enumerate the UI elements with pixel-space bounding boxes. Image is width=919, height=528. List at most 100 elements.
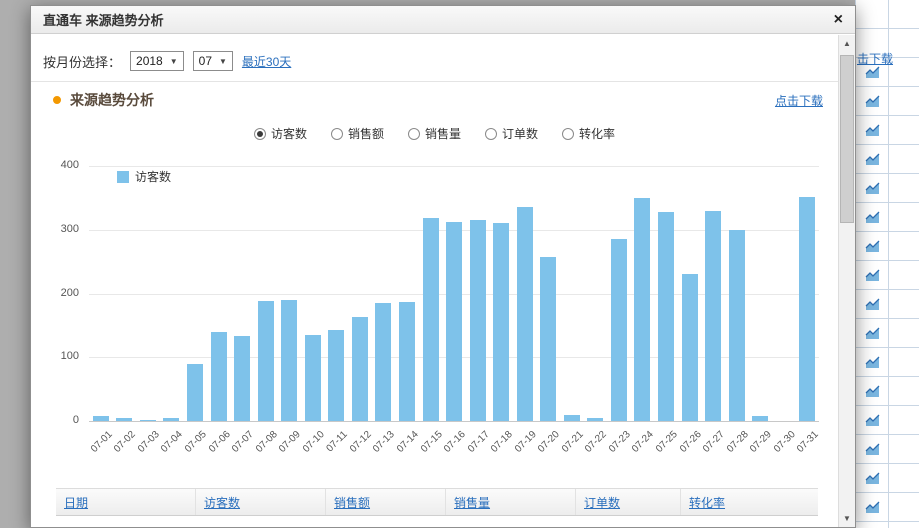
x-tick-label: 07-30	[772, 429, 798, 455]
x-tick-label: 07-31	[795, 429, 821, 455]
mini-line-chart-icon[interactable]	[865, 443, 880, 456]
radio-icon[interactable]	[254, 128, 266, 140]
x-tick-label: 07-05	[183, 429, 209, 455]
download-link[interactable]: 点击下载	[775, 92, 823, 109]
col-header-sales-amount[interactable]: 销售额	[326, 489, 446, 515]
bg-empty-cell	[889, 203, 919, 231]
radio-icon[interactable]	[408, 128, 420, 140]
bar-07-22	[587, 418, 603, 421]
mini-line-chart-icon[interactable]	[865, 385, 880, 398]
bg-table-row	[856, 319, 919, 348]
bg-table-row	[856, 348, 919, 377]
mini-line-chart-icon[interactable]	[865, 66, 880, 79]
section-title: 来源趋势分析	[70, 90, 154, 110]
mini-line-chart-icon[interactable]	[865, 269, 880, 282]
bar-07-19	[517, 207, 533, 421]
x-tick-label: 07-27	[701, 429, 727, 455]
chart-legend[interactable]: 访客数	[117, 168, 171, 185]
bg-empty-cell	[889, 29, 919, 57]
bg-table-row	[856, 493, 919, 522]
metric-option-1[interactable]: 销售额	[331, 125, 384, 142]
x-tick-label: 07-01	[89, 429, 115, 455]
bar-07-26	[682, 274, 698, 421]
month-picker-row: 按月份选择： 2018 ▼ 07 ▼ 最近30天	[43, 49, 291, 73]
bg-empty-cell	[889, 493, 919, 521]
modal-scrollbar[interactable]: ▲ ▼	[838, 35, 855, 527]
radio-icon[interactable]	[485, 128, 497, 140]
metric-option-3[interactable]: 订单数	[485, 125, 538, 142]
x-tick-label: 07-28	[725, 429, 751, 455]
mini-line-chart-icon[interactable]	[865, 298, 880, 311]
metric-option-0[interactable]: 访客数	[254, 125, 307, 142]
bar-07-06	[211, 332, 227, 421]
bar-07-20	[540, 257, 556, 422]
scroll-up-icon[interactable]: ▲	[839, 35, 855, 52]
metric-label: 销售额	[348, 125, 384, 142]
mini-line-chart-icon[interactable]	[865, 472, 880, 485]
mini-line-chart-icon[interactable]	[865, 182, 880, 195]
mini-line-chart-icon[interactable]	[865, 501, 880, 514]
orange-ring-icon	[53, 96, 61, 104]
metric-option-2[interactable]: 销售量	[408, 125, 461, 142]
bar-07-23	[611, 239, 627, 421]
bar-07-08	[258, 301, 274, 421]
month-select-value: 07	[199, 54, 212, 68]
radio-icon[interactable]	[562, 128, 574, 140]
bg-table-row	[856, 0, 919, 29]
bg-empty-cell	[889, 348, 919, 376]
metric-option-4[interactable]: 转化率	[562, 125, 615, 142]
mini-line-chart-icon[interactable]	[865, 153, 880, 166]
month-select[interactable]: 07 ▼	[193, 51, 233, 71]
bg-empty-cell	[889, 145, 919, 173]
x-tick-label: 07-26	[677, 429, 703, 455]
radio-icon[interactable]	[331, 128, 343, 140]
bar-07-09	[281, 300, 297, 421]
bg-icon-cell	[856, 145, 889, 173]
x-tick-label: 07-09	[277, 429, 303, 455]
bg-table-row	[856, 406, 919, 435]
col-header-visitors[interactable]: 访客数	[196, 489, 326, 515]
bg-download-link[interactable]: 击下载	[857, 50, 893, 67]
bar-07-12	[352, 317, 368, 421]
bar-07-05	[187, 364, 203, 421]
x-tick-label: 07-04	[159, 429, 185, 455]
bg-table-row	[856, 87, 919, 116]
x-tick-label: 07-17	[465, 429, 491, 455]
mini-line-chart-icon[interactable]	[865, 327, 880, 340]
trend-bar-chart: 0100200300400 访客数 07-0107-0207-0307-0407…	[31, 147, 840, 482]
bg-empty-cell	[889, 0, 919, 28]
bg-empty-cell	[889, 58, 919, 86]
bg-icon-cell	[856, 0, 889, 28]
bg-icon-cell	[856, 203, 889, 231]
bg-icon-cell	[856, 522, 889, 528]
bg-icon-cell	[856, 87, 889, 115]
col-header-sales-volume[interactable]: 销售量	[446, 489, 576, 515]
mini-line-chart-icon[interactable]	[865, 211, 880, 224]
mini-line-chart-icon[interactable]	[865, 414, 880, 427]
month-picker-label: 按月份选择：	[43, 52, 121, 71]
x-tick-label: 07-14	[395, 429, 421, 455]
page-background: 击下载 直通车 来源趋势分析 × 按月份选择： 2018 ▼ 07 ▼ 最近30…	[0, 0, 919, 528]
bar-07-16	[446, 222, 462, 421]
col-header-orders[interactable]: 订单数	[576, 489, 681, 515]
mini-line-chart-icon[interactable]	[865, 356, 880, 369]
metric-label: 访客数	[271, 125, 307, 142]
y-tick-label: 200	[31, 287, 79, 299]
bg-table-row	[856, 464, 919, 493]
bg-icon-cell	[856, 319, 889, 347]
x-tick-label: 07-13	[371, 429, 397, 455]
mini-line-chart-icon[interactable]	[865, 124, 880, 137]
recent-30-days-link[interactable]: 最近30天	[242, 53, 291, 70]
bar-07-25	[658, 212, 674, 421]
col-header-conversion[interactable]: 转化率	[681, 489, 818, 515]
col-header-date[interactable]: 日期	[56, 489, 196, 515]
scrollbar-thumb[interactable]	[840, 55, 854, 223]
mini-line-chart-icon[interactable]	[865, 240, 880, 253]
mini-line-chart-icon[interactable]	[865, 95, 880, 108]
year-select[interactable]: 2018 ▼	[130, 51, 184, 71]
close-icon[interactable]: ×	[834, 12, 843, 28]
bar-07-17	[470, 220, 486, 421]
bg-table-row	[856, 232, 919, 261]
scroll-down-icon[interactable]: ▼	[839, 510, 855, 527]
bg-icon-cell	[856, 464, 889, 492]
